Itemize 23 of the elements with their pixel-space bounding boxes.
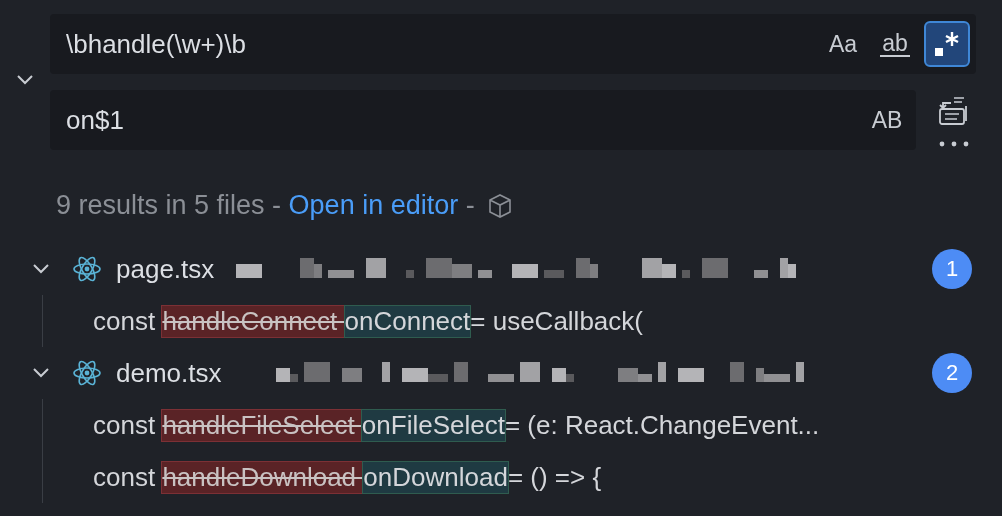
atom-icon [72, 255, 102, 283]
match-count: 2 [932, 353, 972, 393]
chevron-down-icon[interactable] [32, 367, 50, 379]
cube-icon[interactable] [486, 192, 513, 219]
atom-icon [72, 359, 102, 387]
file-name[interactable]: page.tsx [116, 253, 215, 285]
file-name[interactable]: demo.tsx [116, 357, 222, 389]
chevron-down-icon[interactable] [32, 263, 50, 275]
open-in-editor-link[interactable]: Open in editor [288, 190, 459, 221]
results-summary: 9 results in 5 files - [56, 190, 283, 221]
replace-field[interactable]: on$1 AB [50, 90, 916, 150]
toggle-button[interactable]: ab [872, 21, 918, 67]
match-line[interactable]: const handleFileSelect onFileSelect= (e: React.ChangeEvent... [43, 399, 1002, 451]
match-line[interactable]: const handleDownload onDownload= () => { [43, 451, 1002, 503]
regex-toggle-button[interactable] [924, 21, 970, 67]
toggle-button[interactable]: Aa [820, 21, 866, 67]
match-count: 1 [932, 249, 972, 289]
more-icon[interactable] [939, 141, 969, 147]
match-line[interactable]: const handleConnect onConnect= useCallback( [43, 295, 1002, 347]
chevron-down-icon[interactable] [16, 74, 34, 86]
separator-text: - [464, 190, 475, 221]
toggle-button[interactable]: AB [864, 97, 910, 143]
find-field[interactable]: \bhandle(\w+)\b Aa ab [50, 14, 976, 74]
